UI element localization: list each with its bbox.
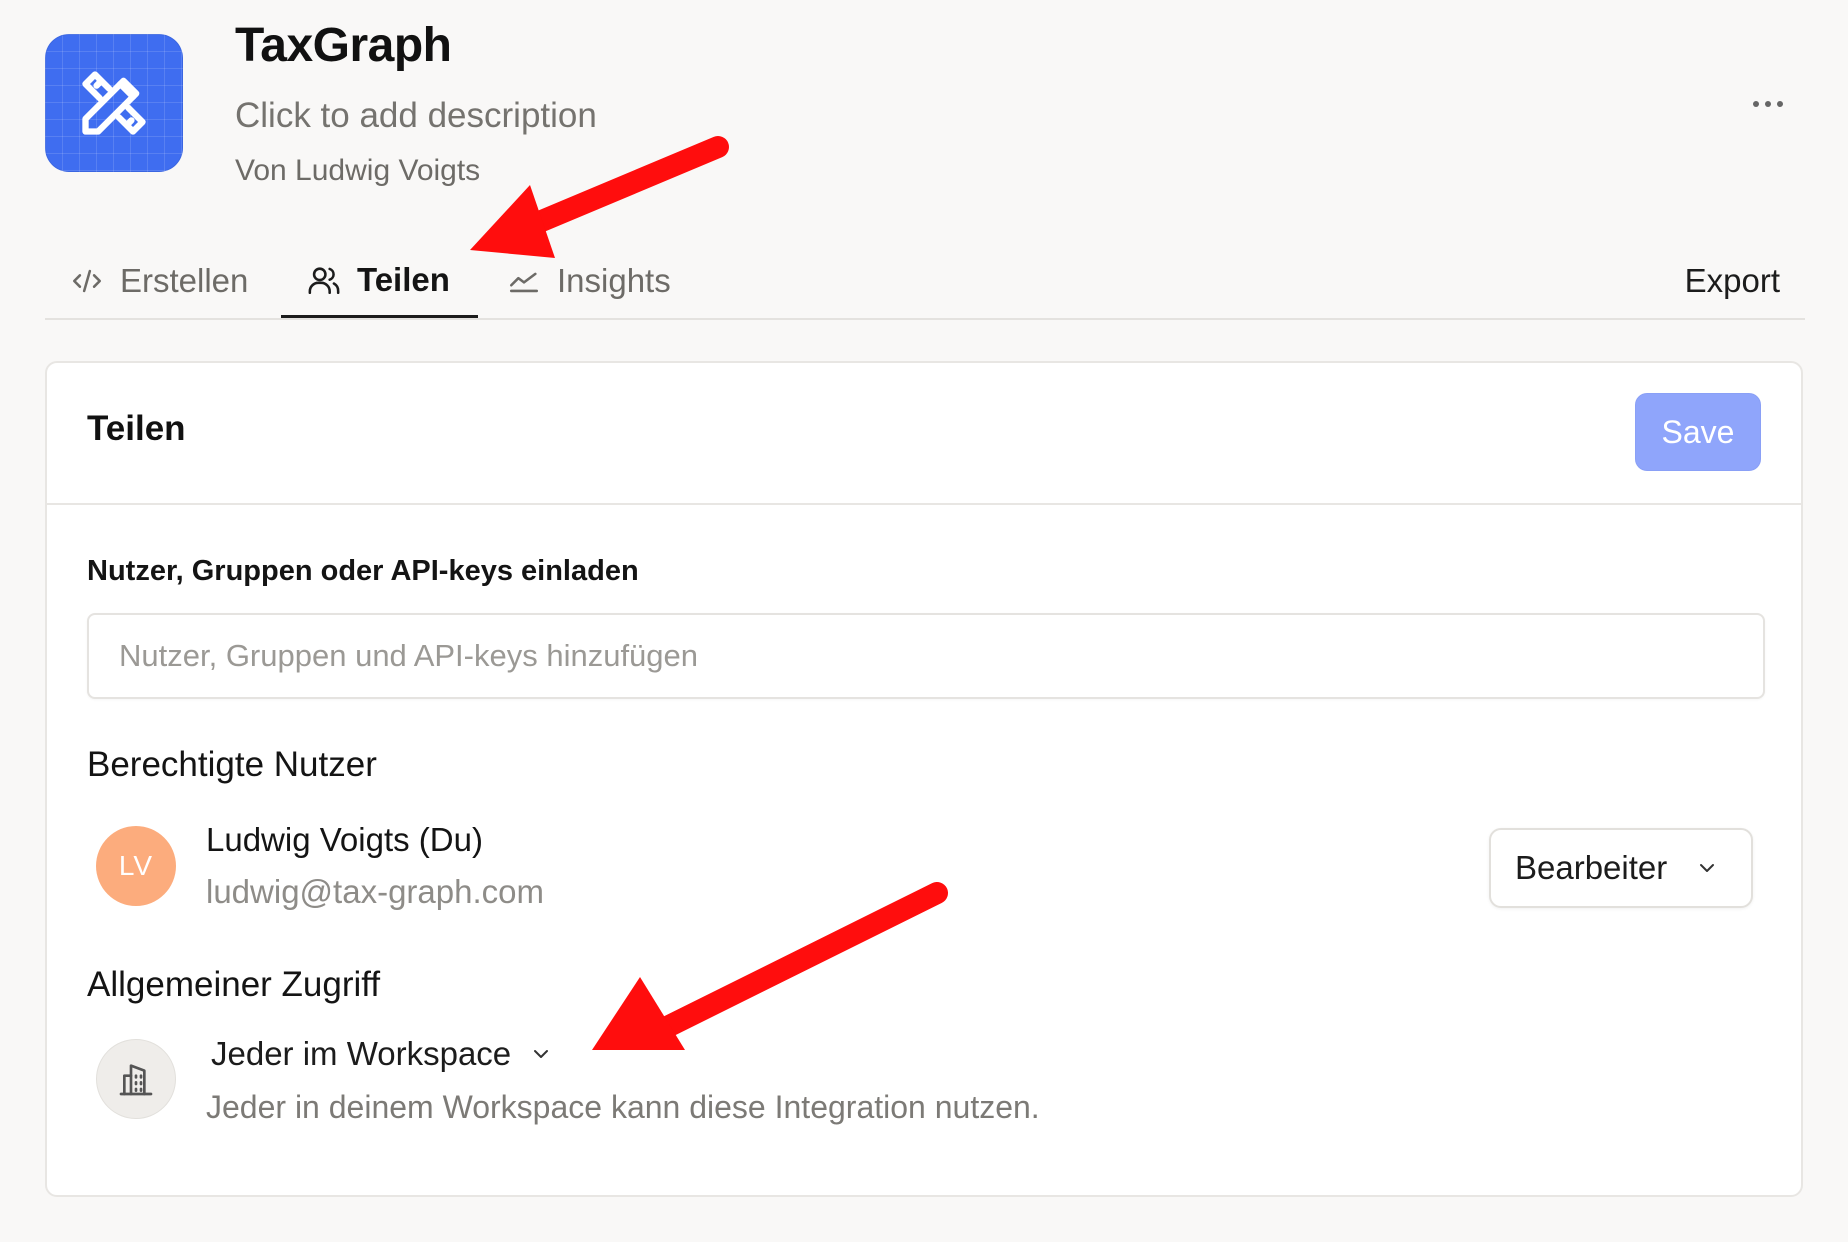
role-dropdown[interactable]: Bearbeiter	[1489, 828, 1753, 908]
more-options-button[interactable]	[1740, 80, 1796, 128]
authorized-users-heading: Berechtigte Nutzer	[87, 745, 377, 784]
invite-input[interactable]	[87, 613, 1765, 699]
design-tools-icon	[82, 71, 146, 135]
annotation-arrow-tabs	[470, 136, 729, 258]
general-access-description: Jeder in deinem Workspace kann diese Int…	[206, 1089, 1040, 1125]
app-title: TaxGraph	[235, 19, 452, 72]
users-icon	[308, 266, 340, 294]
chart-line-icon	[509, 272, 539, 293]
invite-label: Nutzer, Gruppen oder API-keys einladen	[87, 555, 639, 587]
building-icon	[119, 1064, 153, 1096]
general-access-dropdown[interactable]: Jeder im Workspace	[211, 1029, 553, 1079]
chevron-down-icon	[1700, 864, 1715, 872]
general-access-value: Jeder im Workspace	[211, 1035, 512, 1072]
chevron-down-icon	[534, 1050, 549, 1058]
tab-teilen[interactable]: Teilen	[281, 244, 478, 318]
tab-label: Teilen	[357, 260, 450, 298]
building-avatar	[96, 1039, 176, 1119]
export-button[interactable]: Export	[1685, 244, 1780, 318]
tab-label: Insights	[557, 262, 671, 299]
tab-erstellen[interactable]: Erstellen	[70, 244, 248, 318]
ellipsis-icon	[1753, 101, 1783, 107]
user-name: Ludwig Voigts (Du)	[206, 821, 483, 858]
tab-label: Erstellen	[120, 262, 249, 299]
tab-insights[interactable]: Insights	[507, 244, 671, 318]
role-dropdown-value: Bearbeiter	[1515, 849, 1668, 886]
avatar: LV	[96, 826, 176, 906]
tab-bar: Erstellen Teilen Insights Export	[45, 244, 1805, 320]
share-panel-title: Teilen	[87, 409, 186, 448]
app-author: Von Ludwig Voigts	[235, 154, 481, 187]
app-description-field[interactable]: Click to add description	[235, 96, 597, 136]
general-access-heading: Allgemeiner Zugriff	[87, 965, 381, 1004]
code-icon	[72, 269, 102, 293]
share-panel-header: Teilen Save	[47, 363, 1801, 505]
user-email: ludwig@tax-graph.com	[206, 873, 544, 910]
share-panel: Teilen Save Nutzer, Gruppen oder API-key…	[45, 361, 1803, 1197]
save-button[interactable]: Save	[1635, 393, 1761, 471]
app-icon[interactable]	[45, 34, 183, 172]
